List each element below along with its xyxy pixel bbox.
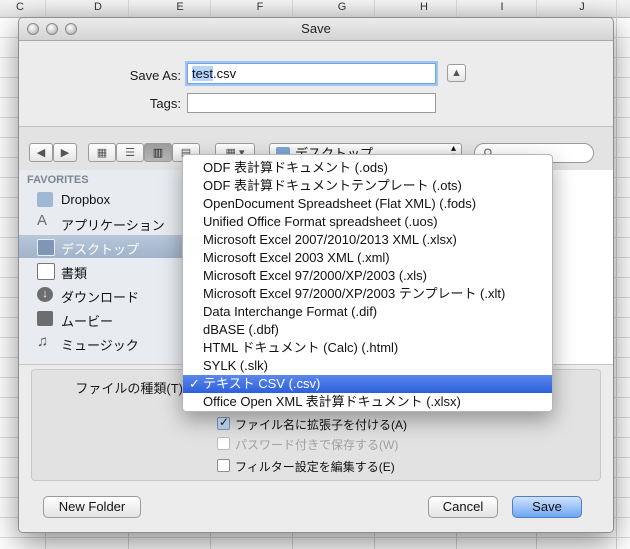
save-as-label: Save As: [129, 68, 181, 83]
filetype-menu-item[interactable]: Microsoft Excel 97/2000/XP/2003 (.xls) [183, 267, 552, 285]
grid-row-line [0, 537, 630, 538]
back-button[interactable]: ◀ [29, 143, 53, 162]
chevron-up-icon: ▲ [451, 67, 462, 79]
icon-view-button[interactable]: ▦ [88, 143, 116, 162]
column-letter[interactable]: D [88, 1, 108, 13]
sidebar-item-label: デスクトップ [61, 242, 140, 257]
column-letter[interactable]: I [492, 1, 512, 13]
filetype-menu-item[interactable]: Data Interchange Format (.dif) [183, 303, 552, 321]
desktop-icon [37, 239, 55, 256]
music-icon: ♫ [37, 333, 49, 350]
column-letter[interactable]: G [332, 1, 352, 13]
column-letter[interactable]: J [572, 1, 592, 13]
filter-settings-checkbox[interactable] [217, 459, 230, 472]
filetype-menu-item[interactable]: ODF 表計算ドキュメントテンプレート (.ots) [183, 177, 552, 195]
filetype-menu-item[interactable]: SYLK (.slk) [183, 357, 552, 375]
menu-item-label: ODF 表計算ドキュメント (.ods) [203, 160, 388, 175]
sidebar-heading: FAVORITES [27, 174, 89, 186]
column-letter[interactable]: H [414, 1, 434, 13]
list-icon: ☰ [125, 147, 135, 159]
sidebar-item-label: アプリケーション [61, 218, 165, 233]
filetype-menu-item[interactable]: Office Open XML 表計算ドキュメント (.xlsx) [183, 393, 552, 411]
sidebar-item-label: ミュージック [61, 338, 139, 353]
menu-item-label: Data Interchange Format (.dif) [203, 304, 378, 319]
grid-icon: ▦ [96, 147, 108, 159]
tags-label: Tags: [149, 96, 181, 111]
save-as-field[interactable]: test.csv [187, 63, 436, 84]
option-password[interactable]: パスワード付きで保存する(W) [217, 436, 477, 452]
menu-item-label: Office Open XML 表計算ドキュメント (.xlsx) [203, 394, 461, 409]
title-bar[interactable]: Save [19, 18, 613, 41]
menu-item-label: テキスト CSV (.csv) [203, 376, 321, 391]
filename-extension: .csv [212, 66, 237, 81]
filetype-menu-item[interactable]: OpenDocument Spreadsheet (Flat XML) (.fo… [183, 195, 552, 213]
save-button[interactable]: Save [512, 496, 582, 518]
column-letter[interactable]: F [250, 1, 270, 13]
sidebar-item-label: ムービー [61, 314, 114, 329]
filetype-menu-item[interactable]: Microsoft Excel 97/2000/XP/2003 テンプレート (… [183, 285, 552, 303]
list-view-button[interactable]: ☰ [116, 143, 144, 162]
menu-item-label: Microsoft Excel 2007/2010/2013 XML (.xls… [203, 232, 457, 247]
extension-checkbox[interactable] [217, 415, 230, 430]
filetype-menu-item[interactable]: Microsoft Excel 2003 XML (.xml) [183, 249, 552, 267]
dialog-title: Save [301, 21, 331, 36]
menu-item-label: dBASE (.dbf) [203, 322, 279, 337]
filetype-menu-item[interactable]: Microsoft Excel 2007/2010/2013 XML (.xls… [183, 231, 552, 249]
filetype-menu-item[interactable]: ✓ テキスト CSV (.csv) [183, 375, 552, 393]
filetype-menu-item[interactable]: HTML ドキュメント (Calc) (.html) [183, 339, 552, 357]
tags-field[interactable] [187, 93, 436, 113]
grid-line [616, 0, 617, 549]
menu-item-label: HTML ドキュメント (Calc) (.html) [203, 340, 399, 355]
column-letter[interactable]: E [170, 1, 190, 13]
collapse-expand-button[interactable]: ▲ [447, 64, 466, 82]
menu-item-label: Microsoft Excel 97/2000/XP/2003 (.xls) [203, 268, 427, 283]
filetype-menu-item[interactable]: Unified Office Format spreadsheet (.uos) [183, 213, 552, 231]
documents-icon [37, 263, 55, 280]
columns-icon: ▥ [152, 147, 164, 159]
filetype-menu-item[interactable]: ODF 表計算ドキュメント (.ods) [183, 159, 552, 177]
movies-icon [37, 311, 53, 326]
filename-selected-text: test [192, 66, 213, 81]
password-checkbox[interactable] [217, 437, 230, 450]
folder-icon [37, 192, 53, 207]
menu-item-label: SYLK (.slk) [203, 358, 269, 373]
filetype-label: ファイルの種類(T) [75, 381, 183, 396]
sidebar-item-label: 書類 [61, 266, 88, 281]
forward-button[interactable]: ▶ [53, 143, 77, 162]
filetype-menu: ODF 表計算ドキュメント (.ods) ODF 表計算ドキュメントテンプレート … [182, 154, 553, 412]
cancel-button[interactable]: Cancel [428, 496, 498, 518]
filetype-menu-item[interactable]: dBASE (.dbf) [183, 321, 552, 339]
chevron-left-icon: ◀ [36, 147, 46, 159]
option-extension[interactable]: ファイル名に拡張子を付ける(A) [217, 415, 477, 432]
menu-item-label: Microsoft Excel 97/2000/XP/2003 テンプレート (… [203, 286, 506, 301]
downloads-icon: ↓ [37, 287, 53, 302]
sidebar-item-label: Dropbox [61, 192, 111, 207]
new-folder-button[interactable]: New Folder [43, 496, 141, 518]
sidebar-item-label: ダウンロード [61, 290, 140, 305]
option-filter-settings[interactable]: フィルター設定を編集する(E) [217, 458, 477, 474]
applications-icon: A [37, 212, 48, 229]
checkmark-icon: ✓ [189, 376, 200, 391]
option-label: ファイル名に拡張子を付ける(A) [235, 418, 407, 432]
option-label: パスワード付きで保存する(W) [235, 438, 399, 452]
option-label: フィルター設定を編集する(E) [235, 460, 395, 474]
menu-item-label: ODF 表計算ドキュメントテンプレート (.ots) [203, 178, 462, 193]
column-view-button[interactable]: ▥ [144, 143, 172, 162]
menu-item-label: OpenDocument Spreadsheet (Flat XML) (.fo… [203, 196, 477, 211]
column-letter[interactable]: C [10, 1, 30, 13]
menu-item-label: Unified Office Format spreadsheet (.uos) [203, 214, 438, 229]
menu-item-label: Microsoft Excel 2003 XML (.xml) [203, 250, 390, 265]
chevron-right-icon: ▶ [60, 147, 70, 159]
